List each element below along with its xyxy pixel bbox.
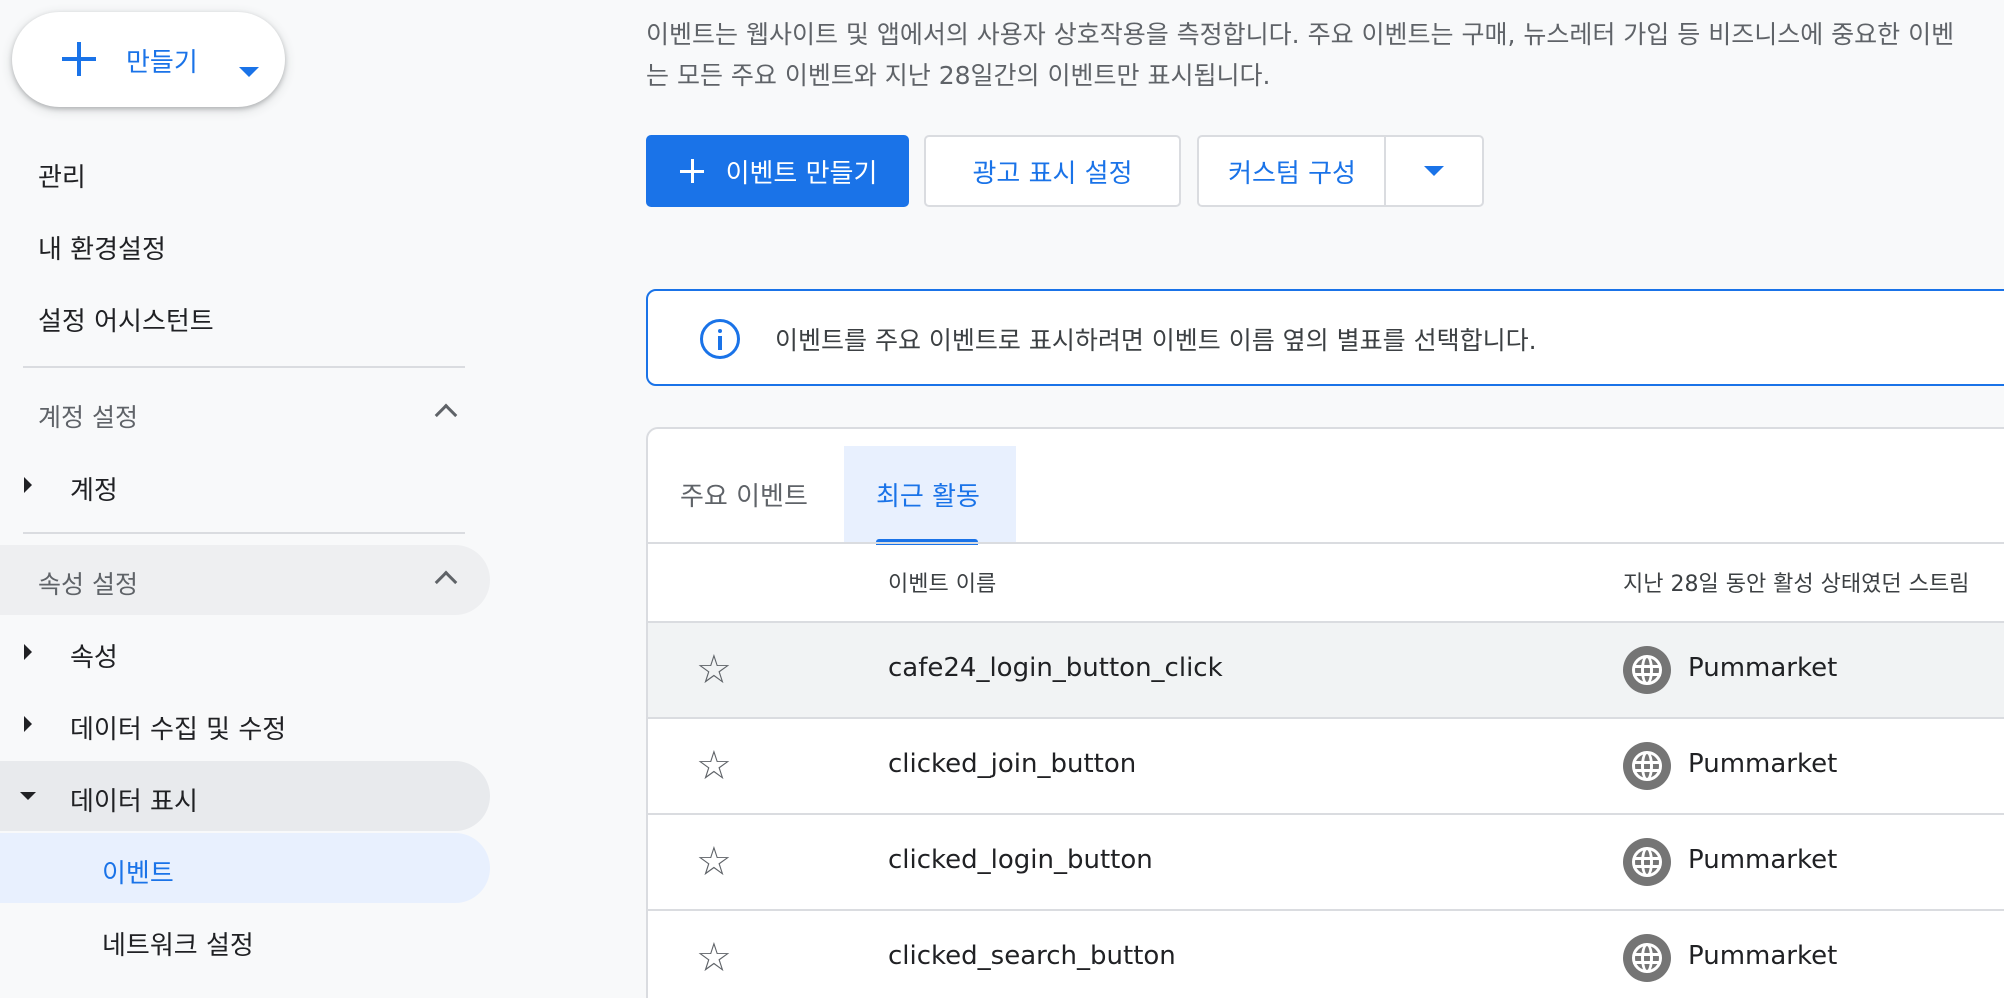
event-name[interactable]: clicked_search_button xyxy=(888,941,1176,971)
info-banner-text: 이벤트를 주요 이벤트로 표시하려면 이벤트 이름 옆의 별표를 선택합니다. xyxy=(775,326,1537,355)
table-row[interactable]: ☆ cafe24_login_button_click Pummarket xyxy=(648,623,2004,719)
chevron-up-icon xyxy=(434,570,458,594)
stream-name: Pummarket xyxy=(1688,845,1838,875)
globe-icon xyxy=(1623,646,1671,694)
globe-icon xyxy=(1623,934,1671,982)
sidebar-item-label: 네트워크 설정 xyxy=(102,931,254,961)
custom-config-button[interactable]: 커스텀 구성 xyxy=(1197,135,1385,207)
sidebar-item-property[interactable]: 속성 xyxy=(0,617,490,687)
globe-icon xyxy=(1623,742,1671,790)
info-banner: 이벤트를 주요 이벤트로 표시하려면 이벤트 이름 옆의 별표를 선택합니다. xyxy=(646,289,2004,386)
plus-icon xyxy=(58,38,100,80)
main-content: 이벤트는 웹사이트 및 앱에서의 사용자 상호작용을 측정합니다. 주요 이벤트… xyxy=(500,0,2004,998)
event-name[interactable]: clicked_login_button xyxy=(888,845,1153,875)
section-label: 계정 설정 xyxy=(38,403,138,432)
create-button[interactable]: 만들기 xyxy=(12,12,285,107)
globe-icon xyxy=(1623,838,1671,886)
sidebar: 만들기 관리 내 환경설정 설정 어시스턴트 계정 설정 계정 속성 설정 속성… xyxy=(0,0,500,998)
sidebar-item-network-settings[interactable]: 네트워크 설정 xyxy=(0,905,490,975)
sidebar-item-preferences[interactable]: 내 환경설정 xyxy=(0,212,490,282)
chevron-up-icon xyxy=(434,403,458,427)
sidebar-divider xyxy=(23,366,465,368)
description-line: 이벤트는 웹사이트 및 앱에서의 사용자 상호작용을 측정합니다. 주요 이벤트… xyxy=(646,20,1955,49)
create-event-label: 이벤트 만들기 xyxy=(725,158,878,189)
table-row[interactable]: ☆ clicked_search_button Pummarket xyxy=(648,911,2004,998)
sidebar-item-events[interactable]: 이벤트 xyxy=(0,833,490,903)
caret-down-icon xyxy=(239,67,259,77)
sidebar-item-data-collection[interactable]: 데이터 수집 및 수정 xyxy=(0,689,490,759)
sidebar-item-label: 이벤트 xyxy=(102,859,174,889)
custom-config-label: 커스텀 구성 xyxy=(1228,158,1356,189)
expand-arrow-icon[interactable] xyxy=(24,716,32,732)
stream-name: Pummarket xyxy=(1688,941,1838,971)
star-icon[interactable]: ☆ xyxy=(696,650,732,690)
star-icon[interactable]: ☆ xyxy=(696,746,732,786)
custom-config-dropdown-button[interactable] xyxy=(1384,135,1484,207)
plus-icon xyxy=(678,157,706,185)
sidebar-item-label: 내 환경설정 xyxy=(38,234,166,265)
table-row[interactable]: ☆ clicked_join_button Pummarket xyxy=(648,719,2004,815)
section-property-settings[interactable]: 속성 설정 xyxy=(0,545,490,615)
sidebar-item-label: 설정 어시스턴트 xyxy=(38,306,214,337)
stream-name: Pummarket xyxy=(1688,653,1838,683)
sidebar-item-setup-assistant[interactable]: 설정 어시스턴트 xyxy=(0,284,490,354)
tab-label: 주요 이벤트 xyxy=(680,482,808,512)
star-icon[interactable]: ☆ xyxy=(696,938,732,978)
column-header-streams[interactable]: 지난 28일 동안 활성 상태였던 스트림 xyxy=(1623,566,1969,598)
section-label: 속성 설정 xyxy=(38,570,138,599)
sidebar-item-label: 속성 xyxy=(70,643,118,673)
stream-name: Pummarket xyxy=(1688,749,1838,779)
sidebar-item-admin[interactable]: 관리 xyxy=(0,140,490,210)
sidebar-item-label: 계정 xyxy=(70,476,118,506)
sidebar-item-label: 데이터 표시 xyxy=(70,787,198,817)
ad-display-settings-label: 광고 표시 설정 xyxy=(972,158,1133,189)
sidebar-item-label: 관리 xyxy=(38,162,86,193)
event-name[interactable]: cafe24_login_button_click xyxy=(888,653,1223,683)
description-line: 는 모든 주요 이벤트와 지난 28일간의 이벤트만 표시됩니다. xyxy=(646,61,1271,90)
info-icon xyxy=(700,319,740,359)
create-event-button[interactable]: 이벤트 만들기 xyxy=(646,135,909,207)
tab-label: 최근 활동 xyxy=(876,482,980,512)
expand-arrow-icon[interactable] xyxy=(24,644,32,660)
page-description: 이벤트는 웹사이트 및 앱에서의 사용자 상호작용을 측정합니다. 주요 이벤트… xyxy=(646,14,2004,96)
caret-down-icon xyxy=(1424,166,1444,176)
sidebar-item-account[interactable]: 계정 xyxy=(0,450,490,520)
tabs-divider xyxy=(648,542,2004,544)
sidebar-item-label: 데이터 수집 및 수정 xyxy=(70,715,287,745)
events-card: 주요 이벤트 최근 활동 이벤트 이름 지난 28일 동안 활성 상태였던 스트… xyxy=(646,427,2004,998)
section-account-settings[interactable]: 계정 설정 xyxy=(0,378,490,448)
ad-display-settings-button[interactable]: 광고 표시 설정 xyxy=(924,135,1181,207)
create-button-label: 만들기 xyxy=(126,48,198,78)
column-header-event-name[interactable]: 이벤트 이름 xyxy=(888,566,996,598)
tab-recent-activity[interactable]: 최근 활동 xyxy=(844,446,1016,545)
event-name[interactable]: clicked_join_button xyxy=(888,749,1136,779)
collapse-arrow-icon[interactable] xyxy=(20,792,36,800)
sidebar-divider xyxy=(23,532,465,534)
tab-major-events[interactable]: 주요 이벤트 xyxy=(648,446,840,542)
star-icon[interactable]: ☆ xyxy=(696,842,732,882)
table-row[interactable]: ☆ clicked_login_button Pummarket xyxy=(648,815,2004,911)
sidebar-item-data-display[interactable]: 데이터 표시 xyxy=(0,761,490,831)
expand-arrow-icon[interactable] xyxy=(24,477,32,493)
